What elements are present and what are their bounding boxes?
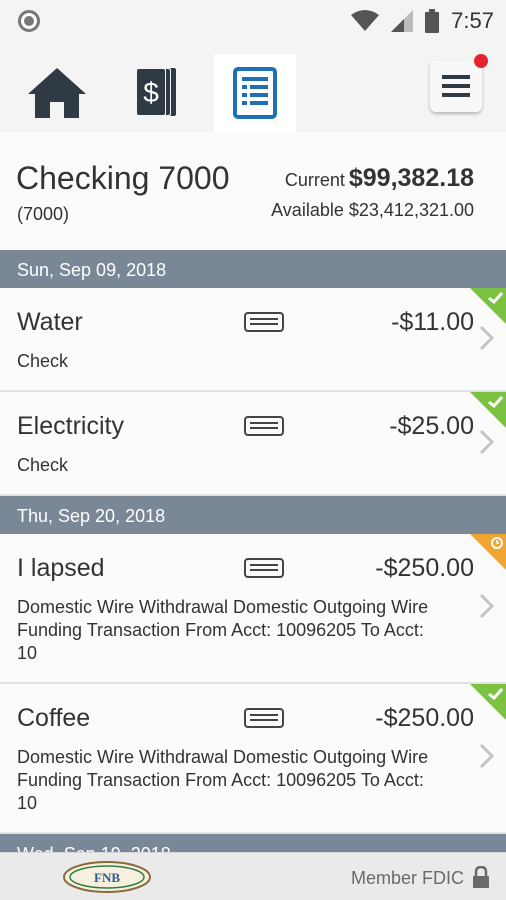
date-header: Thu, Sep 20, 2018 [0, 496, 506, 534]
transaction-description: Domestic Wire Withdrawal Domestic Outgoi… [17, 597, 429, 663]
current-amount: $99,382.18 [348, 164, 474, 192]
cleared-check-icon [470, 684, 506, 720]
account-summary: Checking 7000 (7000) Current $99,382.18 A… [0, 132, 506, 250]
hamburger-menu-icon [442, 75, 470, 97]
transaction-amount: -$250.00 [375, 554, 474, 582]
cleared-check-icon [470, 288, 506, 324]
transaction-amount: -$25.00 [389, 412, 474, 440]
transaction-description: Check [17, 351, 69, 371]
register-icon [233, 67, 277, 119]
transaction-name: Electricity [17, 412, 124, 440]
tab-money[interactable]: $ [116, 54, 198, 132]
pending-clock-icon [470, 534, 506, 570]
date-header: Wed, Sep 19, 2018 [0, 834, 506, 852]
footer: FNB Member FDIC [0, 852, 506, 900]
tab-register[interactable] [214, 54, 296, 132]
transaction-row[interactable]: I lapsed -$250.00 Domestic Wire Withdraw… [0, 534, 506, 684]
transaction-description: Domestic Wire Withdrawal Domestic Outgoi… [17, 747, 429, 813]
chevron-right-icon [479, 593, 495, 619]
status-icons: 7:57 [351, 6, 494, 36]
lock-icon [473, 866, 489, 888]
available-balance: Available $23,412,321.00 [271, 200, 474, 221]
battery-icon [425, 9, 440, 33]
card-icon [244, 416, 284, 436]
account-name: Checking 7000 [16, 160, 230, 196]
account-number: (7000) [17, 204, 70, 224]
chevron-right-icon [479, 429, 495, 455]
chevron-right-icon [479, 325, 495, 351]
transaction-row[interactable]: Electricity -$25.00 Check [0, 392, 506, 496]
fnb-logo-text: FNB [94, 870, 120, 885]
member-fdic-text: Member FDIC [350, 868, 464, 888]
cleared-check-icon [470, 392, 506, 428]
notification-circle-icon [18, 10, 40, 32]
wifi-icon [351, 10, 380, 31]
transaction-description: Check [17, 455, 69, 475]
notification-dot [474, 54, 488, 68]
chevron-right-icon [479, 743, 495, 769]
available-amount: $23,412,321.00 [348, 200, 474, 220]
transaction-list[interactable]: Sun, Sep 09, 2018 Water -$11.00 Check El… [0, 250, 506, 852]
transaction-name: Coffee [17, 704, 91, 732]
current-balance: Current $99,382.18 [285, 164, 474, 193]
card-icon [244, 312, 284, 332]
fnb-logo: FNB [63, 861, 151, 893]
transaction-name: I lapsed [17, 554, 105, 582]
card-icon [244, 708, 284, 728]
status-time: 7:57 [451, 8, 494, 33]
status-bar: 7:57 [0, 0, 506, 42]
transaction-row[interactable]: Coffee -$250.00 Domestic Wire Withdrawal… [0, 684, 506, 834]
transaction-amount: -$250.00 [375, 704, 474, 732]
transaction-name: Water [17, 308, 83, 336]
card-icon [244, 558, 284, 578]
home-icon [28, 68, 86, 118]
current-label: Current [284, 170, 345, 190]
svg-text:$: $ [143, 77, 159, 108]
available-label: Available [271, 200, 344, 220]
tab-home[interactable] [16, 54, 98, 132]
date-header: Sun, Sep 09, 2018 [0, 250, 506, 288]
menu-button[interactable] [430, 54, 488, 112]
cell-signal-icon [391, 10, 414, 32]
dollar-cards-icon: $ [136, 68, 176, 116]
transaction-amount: -$11.00 [391, 308, 474, 336]
top-navigation: $ [0, 42, 506, 132]
transaction-row[interactable]: Water -$11.00 Check [0, 288, 506, 392]
